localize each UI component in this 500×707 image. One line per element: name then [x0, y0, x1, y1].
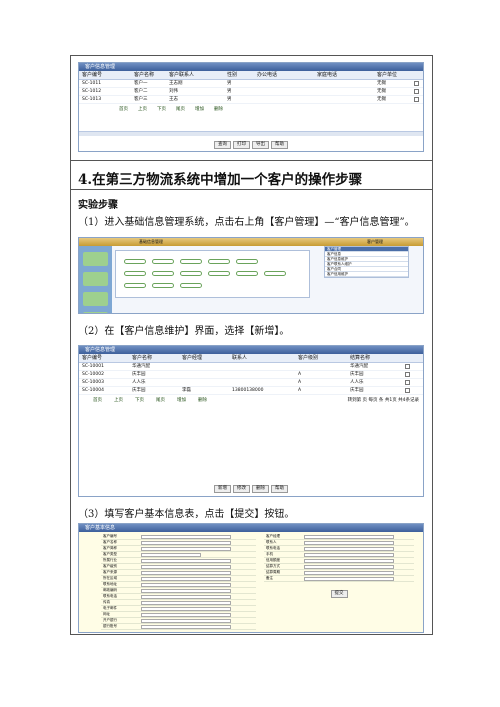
- row-checkbox[interactable]: [405, 388, 410, 393]
- industry-field[interactable]: [141, 559, 231, 563]
- customer-form-screenshot: 客户基本信息 客户编号 客户名称 客户简称 客户类型 所属行业 客户级别 客户来…: [78, 523, 424, 633]
- maintenance-header: 客户编号 客户名称 客户经理 联系人 客户级别 结算名称: [79, 354, 423, 363]
- last-page-button[interactable]: 尾页: [156, 397, 165, 403]
- customer-menu: 客户管理 客户信息 客户信息维护 客户联系人维护 客户合同 客户信用维护: [324, 246, 409, 278]
- email-field[interactable]: [141, 607, 231, 611]
- experiment-title: 实验步骤: [78, 200, 118, 211]
- form-left-column: 客户编号 客户名称 客户简称 客户类型 所属行业 客户级别 客户来源 所在区域 …: [101, 534, 256, 630]
- paging-info: 转到第 页 每页 条 共1页 共4条记录: [347, 398, 419, 403]
- form-title: 客户基本信息: [79, 524, 423, 532]
- type-select[interactable]: [141, 553, 201, 557]
- customer-maintenance-screenshot: 客户信息管理 客户编号 客户名称 客户经理 联系人 客户级别 结算名称 SC-1…: [78, 345, 424, 497]
- new-button[interactable]: 新增: [214, 485, 231, 493]
- maintenance-title: 客户信息管理: [79, 346, 423, 354]
- divider: [71, 189, 432, 190]
- level-field[interactable]: [141, 565, 231, 569]
- manager-field[interactable]: [304, 535, 394, 539]
- contact-phone-field[interactable]: [304, 547, 394, 551]
- settlement-field[interactable]: [304, 565, 394, 569]
- step-1-text: （1）进入基础信息管理系统，点击右上角【客户管理】—“客户信息管理”。: [78, 217, 415, 228]
- table-row[interactable]: SC-10004 庆丰园 李磊 13800138000 A 庆丰园: [79, 387, 423, 395]
- maintenance-toolbar: 首页 上页 下页 尾页 增加 删除 转到第 页 每页 条 共1页 共4条记录: [79, 395, 423, 405]
- add-button[interactable]: 增加: [177, 397, 186, 403]
- next-page-button[interactable]: 下页: [135, 397, 144, 403]
- submit-button[interactable]: 提交: [330, 590, 348, 598]
- phone-field[interactable]: [141, 595, 231, 599]
- remark-field[interactable]: [304, 577, 394, 581]
- delete-button[interactable]: 删除: [198, 397, 207, 403]
- row-checkbox[interactable]: [405, 380, 410, 385]
- form-right-column: 客户经理 联系人 联系电话 手机 信用额度 结算方式 结算周期 备注 提交: [264, 534, 414, 630]
- period-field[interactable]: [304, 571, 394, 575]
- bank-field[interactable]: [141, 619, 231, 623]
- menu-item[interactable]: 客户信用维护: [325, 272, 408, 277]
- fax-field[interactable]: [141, 601, 231, 605]
- flowchart-panel: [115, 250, 310, 298]
- table-row[interactable]: SC-10002 庆丰园 A 庆丰园: [79, 371, 423, 379]
- help-button[interactable]: 帮助: [271, 485, 288, 493]
- first-page-button[interactable]: 首页: [93, 397, 102, 403]
- short-name-field[interactable]: [141, 547, 231, 551]
- left-menu: [79, 246, 112, 313]
- edit-button[interactable]: 修改: [233, 485, 250, 493]
- top-banner: 基础信息管理 客户管理: [79, 238, 423, 246]
- row-checkbox[interactable]: [405, 364, 410, 369]
- mobile-field[interactable]: [304, 553, 394, 557]
- credit-field[interactable]: [304, 559, 394, 563]
- step-2-text: （2）在【客户信息维护】界面，选择【新增】。: [78, 326, 290, 337]
- step-3-text: （3）填写客户基本信息表，点击【提交】按钮。: [78, 509, 295, 520]
- postcode-field[interactable]: [141, 589, 231, 593]
- basic-info-screenshot: 基础信息管理 客户管理 客户管理 客户信息 客户信息维护 客户联系人维护 客户合…: [78, 237, 424, 314]
- account-field[interactable]: [141, 625, 231, 629]
- contact-field[interactable]: [304, 541, 394, 545]
- maintenance-buttons: 新增 修改 删除 帮助: [79, 485, 423, 493]
- source-field[interactable]: [141, 571, 231, 575]
- region-field[interactable]: [141, 577, 231, 581]
- customer-name-field[interactable]: [141, 541, 231, 545]
- divider: [71, 160, 432, 161]
- delete-button[interactable]: 删除: [252, 485, 269, 493]
- website-field[interactable]: [141, 613, 231, 617]
- section-heading: 4.在第三方物流系统中增加一个客户的操作步骤: [78, 172, 363, 188]
- customer-id-field[interactable]: [141, 535, 231, 539]
- row-checkbox[interactable]: [405, 372, 410, 377]
- table-row[interactable]: SC-10003 人人乐 A 人人乐: [79, 379, 423, 387]
- prev-page-button[interactable]: 上页: [114, 397, 123, 403]
- address-field[interactable]: [141, 583, 231, 587]
- table-row[interactable]: SC-10001 华通汽配 华通汽配: [79, 363, 423, 371]
